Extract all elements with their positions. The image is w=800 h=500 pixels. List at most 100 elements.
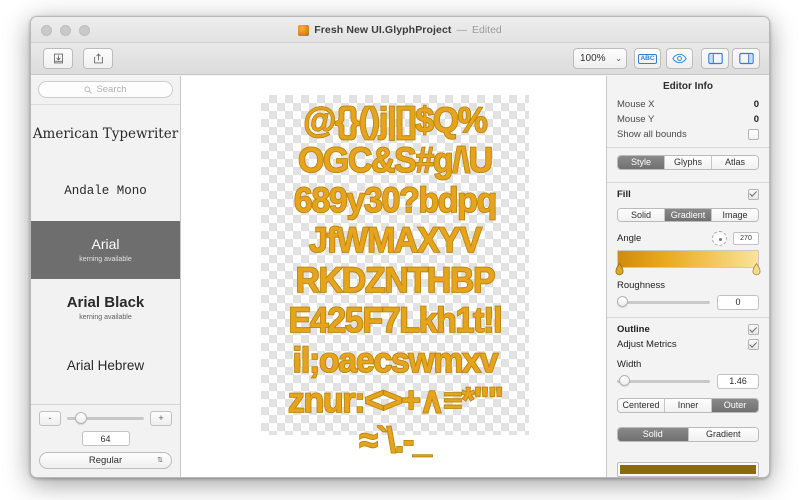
glyph-preview-stack: @{}()j|[]$Q% OGC&S#g/\U 689y30?bdpq JfWM…: [261, 100, 529, 461]
outline-align-inner[interactable]: Inner: [665, 399, 712, 412]
save-button[interactable]: [43, 48, 73, 69]
width-label: Width: [617, 359, 642, 371]
font-weight-value: Regular: [88, 455, 123, 466]
font-list-item-arial-hebrew[interactable]: Arial Hebrew: [31, 337, 180, 395]
glyph-row: znur:<>+∧≡*"'': [266, 380, 523, 421]
text-mode-button[interactable]: ABC: [634, 48, 661, 69]
document-icon: [298, 24, 310, 36]
width-row: 1.46: [607, 371, 769, 391]
glyph-row: @{}()j|[]$Q%: [266, 100, 523, 141]
search-placeholder: Search: [96, 84, 127, 95]
fill-mode-image[interactable]: Image: [712, 208, 758, 222]
font-weight-select[interactable]: Regular ⇅: [39, 452, 172, 469]
width-value-input[interactable]: 1.46: [717, 373, 759, 389]
font-name: Andale Mono: [64, 184, 147, 199]
angle-dial-dot: [718, 237, 722, 241]
slider-thumb[interactable]: [75, 412, 87, 424]
glyph-row: il;oaecswmxv: [266, 340, 523, 381]
roughness-header: Roughness: [607, 274, 769, 292]
gradient-preview-bar[interactable]: [617, 250, 759, 269]
toggle-right-panel-button[interactable]: [732, 48, 760, 69]
outline-align-outer[interactable]: Outer: [712, 399, 758, 412]
preview-toggle-button[interactable]: [666, 48, 693, 69]
fill-enabled-checkbox[interactable]: [748, 188, 759, 200]
inspector-tab-bar[interactable]: Style Glyphs Atlas: [617, 154, 759, 170]
mouse-x-row: Mouse X 0: [607, 97, 769, 112]
outline-color-well[interactable]: [617, 461, 759, 477]
outline-style-segmented[interactable]: Solid Gradient: [617, 426, 759, 442]
font-list[interactable]: American Typewriter Andale Mono Arial ke…: [31, 105, 180, 404]
font-size-controls: - + 64 Regular ⇅: [31, 404, 180, 477]
roughness-row: 0: [607, 292, 769, 312]
font-name: Arial Hebrew: [66, 357, 145, 373]
share-button[interactable]: [83, 48, 113, 69]
toolbar: 100% ⌄ ABC: [31, 43, 769, 75]
adjust-metrics-checkbox[interactable]: [748, 339, 759, 351]
font-size-value-input[interactable]: 64: [81, 431, 130, 446]
slider-thumb[interactable]: [619, 375, 630, 387]
inspector-title: Editor Info: [663, 81, 713, 92]
search-icon: [84, 86, 93, 94]
fill-mode-solid[interactable]: Solid: [618, 208, 665, 222]
font-name: American Typewriter: [32, 125, 179, 142]
font-list-item-arial-hebrew-scholar[interactable]: Arial Hebrew Scholar: [31, 395, 180, 404]
font-size-slider[interactable]: [67, 411, 144, 426]
show-all-bounds-label: Show all bounds: [617, 129, 687, 140]
outline-align-centered[interactable]: Centered: [618, 399, 665, 412]
font-list-item-arial-black[interactable]: Arial Black kerning available: [31, 279, 180, 337]
artboard-checkerboard[interactable]: @{}()j|[]$Q% OGC&S#g/\U 689y30?bdpq JfWM…: [261, 95, 529, 461]
gradient-editor[interactable]: [615, 250, 761, 276]
mouse-x-label: Mouse X: [617, 99, 655, 110]
zoom-level-select[interactable]: 100% ⌄: [573, 48, 627, 69]
slider-thumb[interactable]: [617, 296, 628, 308]
inspector-panel: Editor Info Mouse X 0 Mouse Y 0 Show all…: [606, 76, 769, 477]
slider-track: [617, 300, 710, 304]
mouse-y-label: Mouse Y: [617, 114, 655, 125]
roughness-value-input[interactable]: 0: [717, 294, 759, 310]
window-title-edited-badge: Edited: [472, 24, 502, 36]
toggle-left-panel-button[interactable]: [701, 48, 729, 69]
fill-mode-segmented[interactable]: Solid Gradient Image: [617, 207, 759, 223]
left-panel-icon: [707, 52, 723, 65]
width-slider[interactable]: [617, 374, 710, 388]
main-content: Search American Typewriter Andale Mono A…: [31, 76, 769, 477]
window-title-dash: —: [456, 24, 468, 36]
font-kerning-note: kerning available: [79, 255, 132, 263]
font-list-item-american-typewriter[interactable]: American Typewriter: [31, 105, 180, 163]
fill-mode-gradient[interactable]: Gradient: [665, 208, 712, 222]
share-export-icon: [93, 53, 103, 64]
roughness-label: Roughness: [617, 280, 666, 292]
font-list-item-arial[interactable]: Arial kerning available: [31, 221, 180, 279]
angle-value-input[interactable]: 270: [733, 232, 759, 246]
outline-color-swatch[interactable]: [620, 464, 756, 475]
font-size-decrement-button[interactable]: -: [39, 411, 61, 426]
chevron-updown-icon: ⇅: [157, 457, 163, 464]
outline-alignment-segmented[interactable]: Centered Inner Outer: [617, 398, 759, 413]
font-list-item-andale-mono[interactable]: Andale Mono: [31, 163, 180, 221]
chevron-down-icon: ⌄: [615, 54, 622, 63]
roughness-slider[interactable]: [617, 295, 710, 309]
angle-label: Angle: [617, 233, 642, 245]
glyph-row: RKDZNTHBP: [266, 260, 523, 301]
glyph-canvas-area[interactable]: @{}()j|[]$Q% OGC&S#g/\U 689y30?bdpq JfWM…: [181, 76, 606, 477]
font-name: Arial: [91, 236, 120, 253]
show-all-bounds-row[interactable]: Show all bounds: [607, 127, 769, 142]
show-all-bounds-checkbox[interactable]: [748, 129, 759, 140]
search-input[interactable]: Search: [38, 81, 173, 98]
glyph-row: 689y30?bdpq: [266, 180, 523, 221]
angle-controls: 270: [712, 231, 759, 247]
tab-glyphs[interactable]: Glyphs: [665, 155, 712, 169]
outline-title: Outline: [617, 324, 650, 335]
gradient-stop-end[interactable]: [752, 263, 761, 276]
font-size-increment-button[interactable]: +: [150, 411, 172, 426]
outline-enabled-checkbox[interactable]: [748, 324, 759, 335]
adjust-metrics-row[interactable]: Adjust Metrics: [607, 336, 769, 353]
mouse-y-value: 0: [753, 114, 759, 125]
tab-atlas[interactable]: Atlas: [712, 155, 758, 169]
outline-style-gradient[interactable]: Gradient: [688, 427, 758, 441]
mouse-y-row: Mouse Y 0: [607, 112, 769, 127]
outline-style-solid[interactable]: Solid: [618, 427, 689, 441]
gradient-stop-start[interactable]: [615, 263, 624, 276]
tab-style[interactable]: Style: [618, 155, 665, 169]
angle-dial[interactable]: [712, 231, 727, 247]
